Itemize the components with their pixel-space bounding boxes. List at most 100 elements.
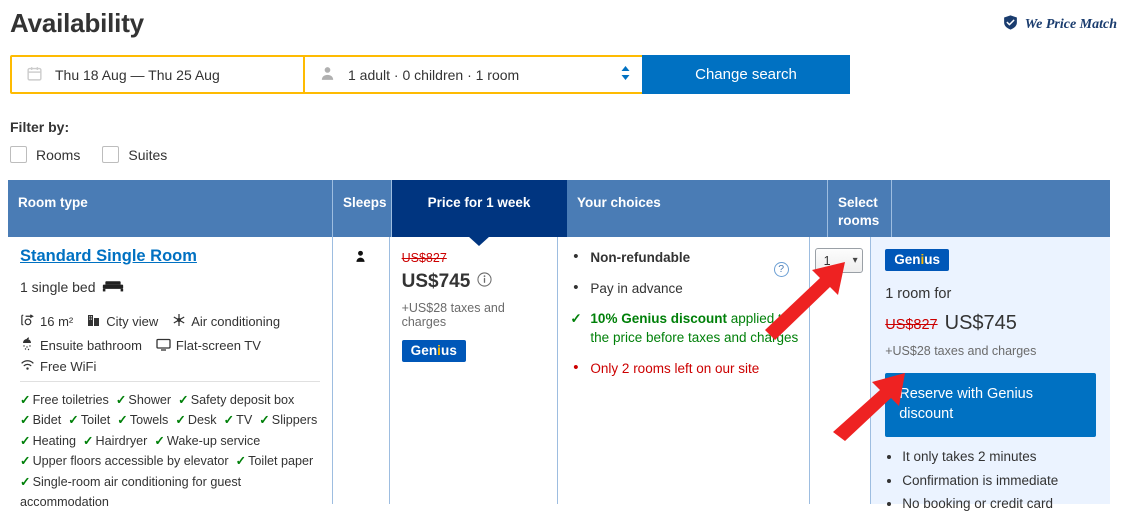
reserve-button[interactable]: Reserve with Genius discount — [885, 373, 1096, 438]
check-icon: ✓ — [20, 454, 31, 469]
current-price-wrap: US$745 — [402, 271, 546, 293]
column-header-sleeps: Sleeps — [333, 180, 392, 237]
amenity-label: Upper floors accessible by elevator — [32, 454, 229, 469]
bullet-icon: • — [573, 248, 579, 265]
check-icon: ✓ — [20, 474, 31, 489]
amenity-item: ✓ Wake-up service — [154, 434, 260, 448]
bullet-icon: • — [573, 278, 579, 296]
choice-item: • Pay in advance — [570, 280, 798, 299]
feature-city-view: City view — [87, 313, 158, 330]
check-icon: ✓ — [178, 393, 189, 407]
occupancy-value: 1 adult · 0 children · 1 room — [348, 66, 520, 83]
question-mark-icon[interactable]: ? — [773, 262, 789, 277]
amenity-item: ✓ Free toiletries — [20, 393, 109, 407]
feature-tv: Flat-screen TV — [156, 338, 261, 354]
filter-checkbox-rooms[interactable]: Rooms — [10, 146, 80, 163]
amenities-row: ✓ Single-room air conditioning for guest … — [20, 472, 320, 512]
check-icon: ✓ — [154, 433, 165, 448]
occupancy-field[interactable]: 1 adult · 0 children · 1 room — [305, 57, 642, 92]
feature-wifi-label: Free WiFi — [40, 358, 97, 374]
feature-wifi: Free WiFi — [20, 358, 96, 374]
feature-size: 16 m² — [20, 313, 73, 330]
size-icon — [20, 313, 35, 330]
amenity-item: ✓ Toilet — [68, 413, 110, 427]
person-icon — [354, 250, 367, 268]
filter-options: Rooms Suites — [10, 146, 167, 163]
tv-icon — [156, 338, 171, 354]
genius-panel: Genius 1 room for US$827 US$745 +US$28 t… — [871, 237, 1110, 510]
amenity-item: ✓ Slippers — [259, 413, 317, 427]
check-icon: ✓ — [223, 413, 235, 428]
amenities-row: ✓ Free toiletries ✓ Shower ✓ Safety deposit b… — [20, 390, 320, 410]
amenity-item: ✓ Safety deposit box — [178, 393, 294, 407]
amenity-item: ✓ Upper floors accessible by elevator — [20, 454, 229, 468]
taxes-and-charges: +US$28 taxes and charges — [401, 301, 505, 329]
date-field[interactable]: Thu 18 Aug — Thu 25 Aug — [12, 57, 305, 92]
up-down-chevron-icon[interactable] — [619, 64, 632, 85]
amenity-label: Slippers — [271, 413, 318, 428]
filter-checkbox-suites[interactable]: Suites — [102, 146, 167, 163]
select-rooms-value: 1 — [823, 253, 831, 268]
bed-label: 1 single bed — [20, 279, 96, 295]
amenity-label: Wake-up service — [166, 433, 261, 448]
price-match-badge: We Price Match — [1002, 14, 1117, 36]
shield-check-icon — [1002, 14, 1019, 36]
check-icon: ✓ — [175, 413, 186, 428]
column-header-select-rooms: Select rooms — [828, 180, 892, 237]
feature-tv-label: Flat-screen TV — [175, 338, 261, 353]
change-search-button[interactable]: Change search — [642, 55, 850, 94]
column-header-room-type: Room type — [8, 180, 333, 237]
check-icon: ✓ — [117, 413, 128, 428]
choice-label: Only 2 rooms left on our site — [590, 360, 760, 376]
check-icon: ✓ — [20, 413, 31, 428]
check-icon: ✓ — [20, 393, 31, 407]
wifi-icon — [20, 358, 35, 374]
page-title: Availability — [10, 8, 144, 38]
table-row: Standard Single Room 1 single bed 16 m² … — [8, 237, 1110, 510]
cell-price: US$827 US$745 +US$28 taxes and charges G… — [389, 237, 559, 504]
panel-prices: US$827 US$745 — [885, 312, 1096, 335]
genius-badge-part1: Gen — [410, 343, 438, 358]
bed-icon — [102, 278, 124, 296]
genius-badge-part2: us — [924, 252, 941, 267]
checkbox-box[interactable] — [102, 146, 120, 163]
shower-icon — [20, 337, 35, 354]
cell-your-choices: • Non-refundable • Pay in advance ✓ 10% … — [558, 237, 810, 504]
reserve-benefits: It only takes 2 minutes Confirmation is … — [885, 450, 1096, 511]
select-rooms-dropdown[interactable]: 1 ▾ — [814, 248, 863, 273]
info-icon[interactable] — [477, 271, 492, 293]
column-header-price-label: Price for 1 week — [427, 195, 531, 210]
check-icon: ✓ — [570, 311, 582, 327]
amenity-item: ✓ Shower — [116, 393, 171, 407]
choice-item-rooms-left: • Only 2 rooms left on our site — [570, 360, 798, 379]
price-match-label: We Price Match — [1024, 17, 1117, 32]
person-icon — [319, 65, 336, 85]
filter-by-label: Filter by: — [10, 119, 70, 135]
check-icon: ✓ — [259, 413, 270, 428]
original-price: US$827 — [401, 251, 447, 265]
choice-label: 10% Genius discount applied to the price… — [590, 310, 798, 347]
choice-label: Non-refundable — [590, 250, 691, 265]
amenity-label: Towels — [129, 413, 169, 428]
price-column-pointer-icon — [468, 236, 490, 246]
choice-item-genius-discount: ✓ 10% Genius discount applied to the pri… — [570, 310, 798, 347]
city-view-icon — [87, 313, 101, 330]
checkbox-box[interactable] — [10, 146, 27, 163]
table-header-row: Room type Sleeps Price for 1 week Your c… — [8, 180, 1110, 246]
column-header-price: Price for 1 week — [392, 180, 567, 246]
feature-city-view-label: City view — [106, 314, 159, 329]
amenity-item: ✓ Bidet — [20, 413, 61, 427]
calendar-icon — [26, 65, 43, 85]
benefit-item: It only takes 2 minutes — [902, 450, 1096, 464]
cell-select-rooms: 1 ▾ — [809, 237, 872, 504]
amenity-label: Desk — [187, 413, 217, 428]
feature-ensuite-label: Ensuite bathroom — [40, 338, 142, 353]
cell-sleeps — [333, 237, 390, 504]
amenity-item: ✓ Hairdryer — [83, 434, 147, 448]
genius-badge-part1: Gen — [894, 252, 921, 267]
room-type-link[interactable]: Standard Single Room — [20, 247, 197, 266]
check-icon: ✓ — [82, 433, 94, 448]
check-icon: ✓ — [115, 393, 127, 407]
select-rooms-line2: rooms — [838, 213, 880, 229]
amenity-item: ✓ Towels — [117, 413, 168, 427]
